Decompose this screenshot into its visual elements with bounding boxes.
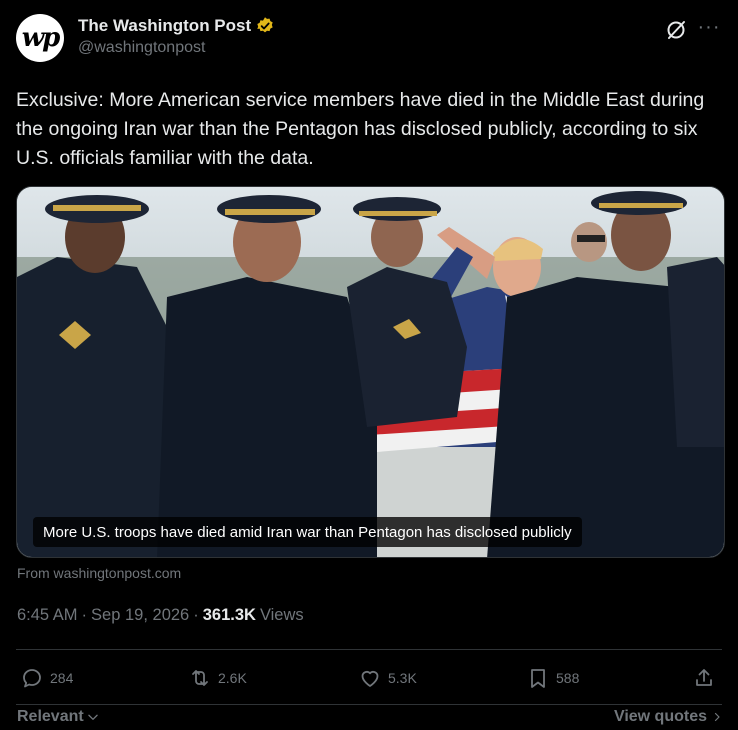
like-button[interactable]: 5.3K [358, 666, 417, 690]
link-card-image[interactable]: ★ ★ ★ ★ More U.S. troops have died amid … [16, 186, 725, 558]
like-count: 5.3K [388, 670, 417, 686]
author-names: The Washington Post @washingtonpost [78, 16, 275, 57]
more-icon[interactable]: ··· [696, 16, 722, 42]
handle[interactable]: @washingtonpost [78, 39, 275, 57]
bookmark-count: 588 [556, 670, 580, 686]
chevron-right-icon [714, 712, 720, 722]
link-card-title: More U.S. troops have died amid Iran war… [43, 523, 572, 541]
bookmark-button[interactable]: 588 [526, 666, 579, 690]
display-name-row: The Washington Post [78, 16, 275, 36]
avatar[interactable]: wp [16, 14, 64, 62]
reply-button[interactable]: 284 [20, 666, 73, 690]
sort-dropdown[interactable]: Relevant [17, 708, 100, 726]
views-count: 361.3K [202, 606, 256, 624]
tweet-time[interactable]: 6:45 AM [17, 606, 78, 625]
bookmark-icon [531, 669, 545, 688]
repost-icon [192, 670, 208, 686]
replies-footer: Relevant View quotes [17, 708, 723, 730]
avatar-logo: wp [21, 23, 61, 53]
action-bar: 284 2.6K 5.3K 588 [16, 662, 722, 698]
tweet-header: wp The Washington Post @washingtonpost ·… [16, 14, 722, 66]
share-icon [696, 669, 712, 686]
verified-icon [257, 17, 273, 33]
meta-separator: · [81, 606, 88, 624]
repost-button[interactable]: 2.6K [188, 666, 247, 690]
divider-bottom [16, 704, 722, 705]
like-icon [361, 670, 379, 687]
chevron-down-icon [87, 714, 98, 720]
grok-icon[interactable] [664, 18, 688, 42]
divider-top [16, 649, 722, 650]
tweet-meta: 6:45 AM · Sep 19, 2026 · 361.3K Views [17, 606, 304, 625]
sort-label: Relevant [17, 708, 84, 725]
view-quotes-label: View quotes [613, 708, 707, 725]
display-name[interactable]: The Washington Post [78, 16, 251, 36]
meta-separator-2: · [193, 606, 199, 624]
caption-box: More U.S. troops have died amid Iran war… [33, 517, 582, 547]
repost-count: 2.6K [218, 670, 247, 686]
news-photo: ★ ★ ★ ★ [17, 187, 724, 557]
view-quotes-link[interactable]: View quotes [614, 708, 723, 726]
reply-count: 284 [50, 670, 74, 686]
reply-icon [23, 669, 41, 688]
tweet-date[interactable]: Sep 19, 2026 [91, 606, 189, 625]
link-source[interactable]: From washingtonpost.com [17, 565, 181, 581]
views-label: Views [259, 606, 304, 624]
tweet-text: Exclusive: More American service members… [16, 89, 705, 169]
share-button[interactable] [692, 666, 716, 690]
